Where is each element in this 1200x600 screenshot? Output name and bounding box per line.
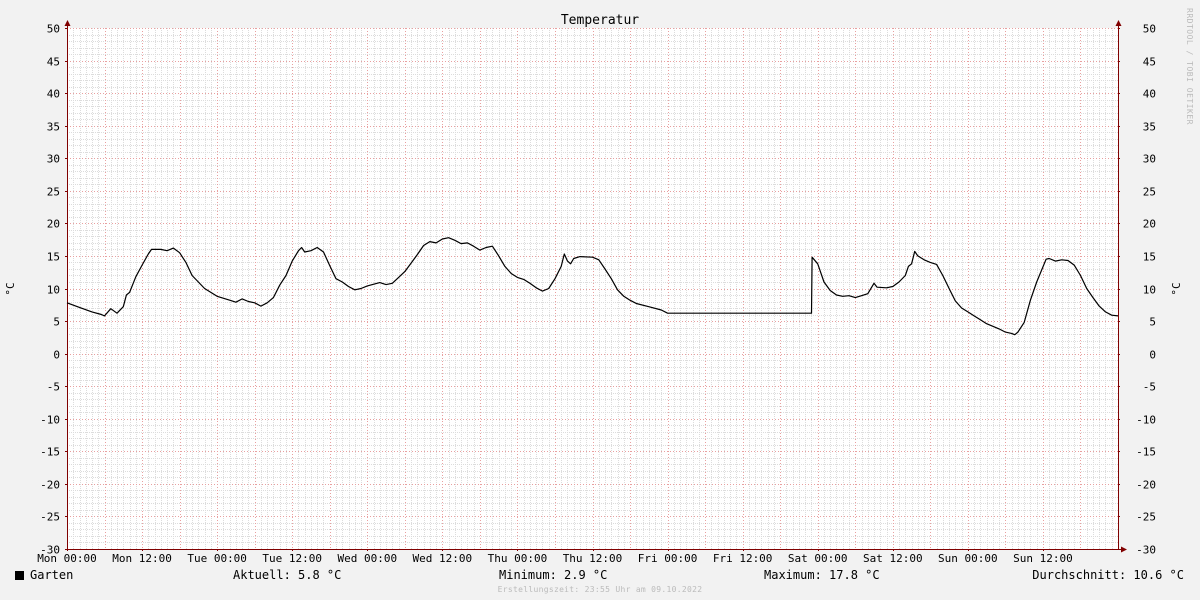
x-tick-label: Mon 00:00 xyxy=(37,552,97,565)
y-tick-label-right: -15 xyxy=(1136,446,1156,459)
y-tick-label-right: -30 xyxy=(1136,544,1156,557)
y-tick-label-left: 25 xyxy=(47,186,60,199)
y-tick-label-left: 0 xyxy=(53,349,60,362)
x-tick-label: Mon 12:00 xyxy=(112,552,172,565)
y-tick-label-right: 35 xyxy=(1143,121,1156,134)
temperature-chart: 50 5045 4540 4035 3530 3025 2520 2015 1510 105 50 0… xyxy=(4,13,1183,565)
x-tick-label: Thu 12:00 xyxy=(563,552,623,565)
y-axis-label-right: °C xyxy=(1170,282,1183,295)
legend-label: Garten xyxy=(30,568,74,582)
plot-background xyxy=(67,28,1118,549)
x-tick-label: Wed 00:00 xyxy=(337,552,397,565)
creation-time-footnote: Erstellungszeit: 23:55 Uhr am 09.10.2022 xyxy=(497,585,703,594)
y-axis-arrow-right xyxy=(1115,20,1122,26)
y-tick-label-right: 45 xyxy=(1143,56,1156,69)
y-tick-label-right: -10 xyxy=(1136,414,1156,427)
y-tick-label-left: 30 xyxy=(47,153,60,166)
y-tick-label-left: -10 xyxy=(40,414,60,427)
y-tick-label-right: 30 xyxy=(1143,153,1156,166)
y-tick-label-right: -25 xyxy=(1136,511,1156,524)
y-tick-label-left: 45 xyxy=(47,56,60,69)
y-tick-label-left: 20 xyxy=(47,218,60,231)
y-tick-label-right: 0 xyxy=(1149,349,1156,362)
rrdtool-watermark: RRDTOOL / TOBI OETIKER xyxy=(1185,8,1194,125)
x-tick-label: Sun 12:00 xyxy=(1013,552,1073,565)
x-tick-label: Fri 12:00 xyxy=(713,552,773,565)
x-tick-label: Sun 00:00 xyxy=(938,552,998,565)
y-tick-label-left: 10 xyxy=(47,284,60,297)
chart-title: Temperatur xyxy=(561,13,639,28)
y-tick-label-right: 10 xyxy=(1143,284,1156,297)
x-tick-label: Tue 00:00 xyxy=(187,552,247,565)
stat-average: Durchschnitt: 10.6 °C xyxy=(1032,568,1184,582)
y-tick-label-left: -15 xyxy=(40,446,60,459)
stat-maximum: Maximum: 17.8 °C xyxy=(764,568,880,582)
y-tick-label-left: -5 xyxy=(47,381,60,394)
y-tick-label-left: 15 xyxy=(47,251,60,264)
y-tick-label-right: -20 xyxy=(1136,479,1156,492)
x-axis-arrow xyxy=(1121,546,1127,553)
stat-current: Aktuell: 5.8 °C xyxy=(233,568,342,582)
x-tick-label: Sat 12:00 xyxy=(863,552,923,565)
y-tick-label-right: 15 xyxy=(1143,251,1156,264)
x-tick-label: Tue 12:00 xyxy=(262,552,322,565)
y-tick-label-left: -20 xyxy=(40,479,60,492)
stat-minimum: Minimum: 2.9 °C xyxy=(499,568,608,582)
x-tick-label: Fri 00:00 xyxy=(638,552,698,565)
y-tick-label-right: 25 xyxy=(1143,186,1156,199)
y-axis-arrow-left xyxy=(64,20,71,26)
y-tick-label-right: 50 xyxy=(1143,23,1156,36)
legend: Garten xyxy=(15,567,73,583)
y-tick-label-left: 50 xyxy=(47,23,60,36)
x-tick-label: Sat 00:00 xyxy=(788,552,848,565)
x-tick-label: Thu 00:00 xyxy=(488,552,548,565)
y-tick-label-right: -5 xyxy=(1143,381,1156,394)
chart-root: 50 50 45 45 40 40 35 35 30 30 25 25 20 20 15 15 10 10 5 5 0 0… xyxy=(0,0,1200,600)
y-tick-label-left: 35 xyxy=(47,121,60,134)
y-tick-label-left: -25 xyxy=(40,511,60,524)
y-tick-label-right: 20 xyxy=(1143,218,1156,231)
y-tick-label-right: 5 xyxy=(1149,316,1156,329)
y-axis-label-left: °C xyxy=(4,282,17,295)
y-tick-label-left: 5 xyxy=(53,316,60,329)
y-tick-label-left: 40 xyxy=(47,88,60,101)
y-tick-label-right: 40 xyxy=(1143,88,1156,101)
legend-swatch xyxy=(15,571,24,580)
x-tick-label: Wed 12:00 xyxy=(413,552,473,565)
